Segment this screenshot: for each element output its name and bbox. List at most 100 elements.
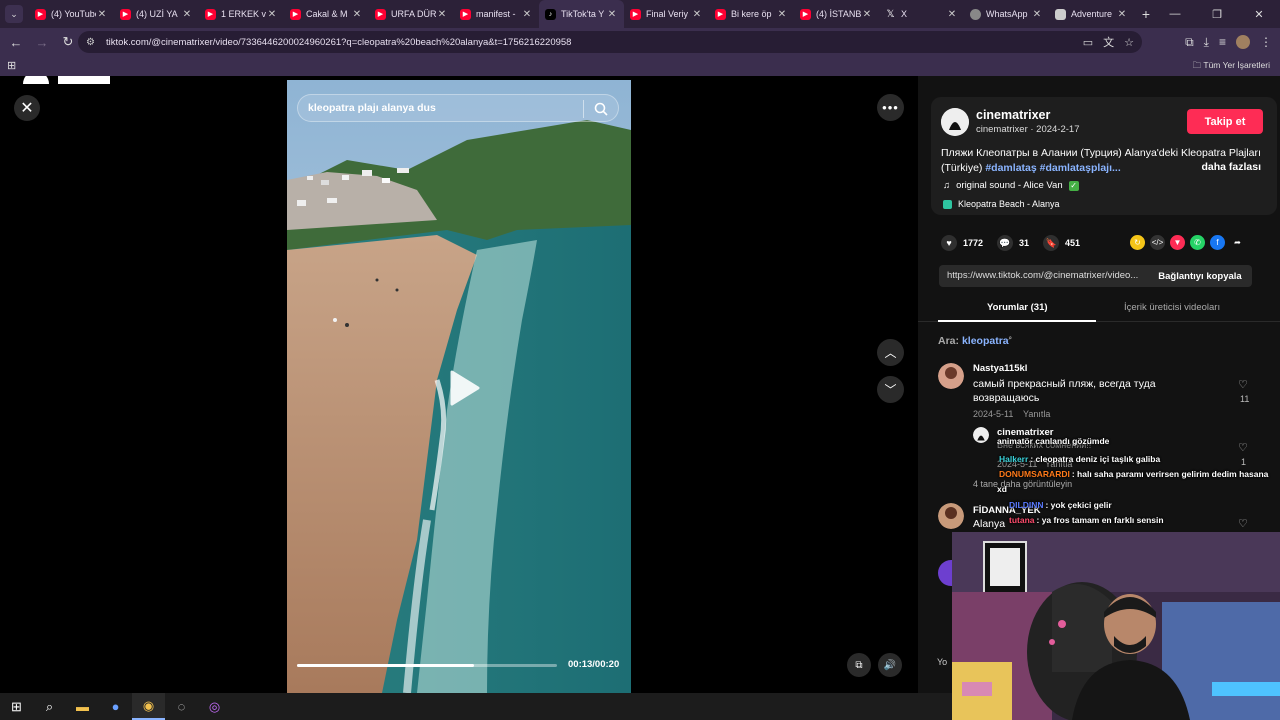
browser-tab[interactable]: ▶ (4) YouTube ✕: [29, 0, 114, 28]
forward-button[interactable]: →: [30, 30, 54, 54]
close-tab-icon[interactable]: ✕: [691, 9, 703, 20]
cast-icon[interactable]: ▭: [1083, 36, 1093, 49]
bookmark-icon: 🔖: [1043, 235, 1060, 251]
browser-tab[interactable]: WhatsApp ✕: [964, 0, 1049, 28]
whatsapp-icon[interactable]: ✆: [1190, 235, 1205, 250]
like-button[interactable]: ♥ 1772: [941, 235, 983, 251]
search-taskbar-icon[interactable]: ⌕: [33, 693, 66, 720]
restore-icon[interactable]: ❐: [1196, 0, 1238, 28]
close-tab-icon[interactable]: ✕: [1031, 9, 1043, 20]
stream-chat-message: xd: [997, 484, 1009, 494]
stream-chat-message: Halkerr: cleopatra deniz içi taşlık gali…: [999, 454, 1160, 464]
start-menu-icon[interactable]: ⊞: [0, 693, 33, 720]
follow-button[interactable]: Takip et: [1187, 109, 1263, 134]
related-search[interactable]: Ara: kleopatra⌕: [938, 335, 1012, 347]
close-tab-icon[interactable]: ✕: [946, 9, 958, 20]
location-link[interactable]: Kleopatra Beach - Alanya: [943, 199, 1060, 209]
video-progress-bar[interactable]: [297, 664, 557, 667]
browser-tab[interactable]: Adventure ✕: [1049, 0, 1134, 28]
reply-avatar[interactable]: [973, 427, 989, 443]
messenger-icon[interactable]: ◎: [198, 693, 231, 720]
comment-like-icon[interactable]: ♡: [1238, 378, 1248, 391]
obs-icon[interactable]: ◌: [165, 693, 198, 720]
extensions-icon[interactable]: ⧉: [1185, 35, 1194, 50]
pip-button[interactable]: ⧉: [847, 653, 871, 677]
creator-username[interactable]: cinematrixer: [976, 108, 1050, 122]
more-link[interactable]: daha fazlası: [1201, 160, 1261, 175]
comment-like-count: 11: [1240, 394, 1250, 404]
close-tab-icon[interactable]: ✕: [861, 9, 873, 20]
browser-tab[interactable]: ▶ 1 ERKEK v ✕: [199, 0, 284, 28]
back-button[interactable]: ←: [4, 30, 28, 54]
tab-creator-videos[interactable]: İçerik üreticisi videoları: [1124, 302, 1220, 313]
previous-video-button[interactable]: ︿: [877, 339, 904, 366]
video-search-bar[interactable]: kleopatra plajı alanya dus: [297, 94, 619, 122]
send-icon[interactable]: ▼: [1170, 235, 1185, 250]
tiktok-logo[interactable]: [20, 76, 120, 84]
tab-search-icon[interactable]: ⌄: [5, 5, 23, 23]
share-arrow-icon[interactable]: ➦: [1230, 235, 1245, 250]
profile-avatar[interactable]: [1236, 35, 1250, 49]
browser-tab[interactable]: ▶ URFA DÜR ✕: [369, 0, 454, 28]
tab-comments[interactable]: Yorumlar (31): [987, 302, 1048, 313]
close-tab-icon[interactable]: ✕: [96, 9, 108, 20]
minimize-icon[interactable]: —: [1154, 0, 1196, 28]
youtube-favicon-icon: ▶: [120, 8, 131, 20]
commenter-avatar[interactable]: [938, 363, 964, 389]
close-tab-icon[interactable]: ✕: [181, 9, 193, 20]
browser-tab[interactable]: ♪ TikTok'ta Y ✕: [539, 0, 624, 28]
view-more-replies[interactable]: 4 tane daha görüntüleyin: [973, 479, 1072, 489]
browser-tab[interactable]: 𝕏 X ✕: [879, 0, 964, 28]
close-tab-icon[interactable]: ✕: [436, 9, 448, 20]
copy-link-button[interactable]: Bağlantıyı kopyala: [1148, 265, 1252, 287]
reload-button[interactable]: ↻: [56, 30, 80, 54]
browser-menu-icon[interactable]: ⋮: [1260, 35, 1272, 49]
commenter-avatar[interactable]: [938, 503, 964, 529]
download-icon[interactable]: ⤓: [1204, 35, 1209, 50]
browser-tab[interactable]: ▶ (4) UZİ YA ✕: [114, 0, 199, 28]
video-player[interactable]: kleopatra plajı alanya dus 00:13/00:20: [287, 80, 631, 693]
browser-tab[interactable]: ▶ manifest - ✕: [454, 0, 539, 28]
app-circle-icon[interactable]: ●: [99, 693, 132, 720]
comment-username[interactable]: Nastya115kl: [973, 363, 1027, 374]
reply-like-icon[interactable]: ♡: [1238, 441, 1248, 454]
apps-grid-icon[interactable]: ⊞: [7, 59, 16, 72]
close-tab-icon[interactable]: ✕: [266, 9, 278, 20]
bookmark-star-icon[interactable]: ☆: [1124, 36, 1134, 49]
reply-button[interactable]: Yanıtla: [1023, 409, 1050, 419]
close-video-button[interactable]: ✕: [14, 95, 40, 121]
all-bookmarks-folder[interactable]: 🗀 Tüm Yer İşaretleri: [1193, 60, 1270, 74]
browser-tab[interactable]: ▶ Bi kere öp ✕: [709, 0, 794, 28]
browser-tab[interactable]: ▶ Final Veriy ✕: [624, 0, 709, 28]
volume-button[interactable]: 🔊: [878, 653, 902, 677]
close-tab-icon[interactable]: ✕: [776, 9, 788, 20]
tab-title: (4) UZİ YA: [136, 9, 178, 19]
repost-icon[interactable]: ↻: [1130, 235, 1145, 250]
browser-tab[interactable]: ▶ (4) İSTANB ✕: [794, 0, 879, 28]
creator-avatar[interactable]: [941, 108, 969, 136]
search-icon[interactable]: [594, 102, 608, 116]
chrome-icon[interactable]: ◉: [132, 693, 165, 720]
embed-icon[interactable]: </>: [1150, 235, 1165, 250]
close-tab-icon[interactable]: ✕: [1116, 9, 1128, 20]
play-icon[interactable]: [442, 368, 482, 408]
comment-button[interactable]: 💬 31: [997, 235, 1029, 251]
facebook-icon[interactable]: f: [1210, 235, 1225, 250]
sound-link[interactable]: ♫ original sound - Alice Van ✓: [943, 180, 1079, 191]
media-control-icon[interactable]: ≡: [1219, 35, 1226, 49]
save-button[interactable]: 🔖 451: [1043, 235, 1080, 251]
browser-tab[interactable]: ▶ Cakal & M ✕: [284, 0, 369, 28]
close-tab-icon[interactable]: ✕: [521, 9, 533, 20]
close-tab-icon[interactable]: ✕: [351, 9, 363, 20]
file-explorer-icon[interactable]: ▬: [66, 693, 99, 720]
comment-input-peek[interactable]: Yo: [937, 657, 947, 667]
site-info-icon[interactable]: ⚙: [86, 37, 102, 48]
next-video-button[interactable]: ﹀: [877, 376, 904, 403]
comment-like-icon[interactable]: ♡: [1238, 517, 1248, 530]
more-options-button[interactable]: •••: [877, 94, 904, 121]
translate-icon[interactable]: 文: [1103, 34, 1114, 50]
hashtags[interactable]: #damlataş #damlataşplajı...: [985, 162, 1120, 174]
address-bar[interactable]: ⚙ tiktok.com/@cinematrixer/video/7336446…: [78, 31, 1142, 53]
close-tab-icon[interactable]: ✕: [606, 9, 618, 20]
close-window-icon[interactable]: ✕: [1238, 0, 1280, 28]
